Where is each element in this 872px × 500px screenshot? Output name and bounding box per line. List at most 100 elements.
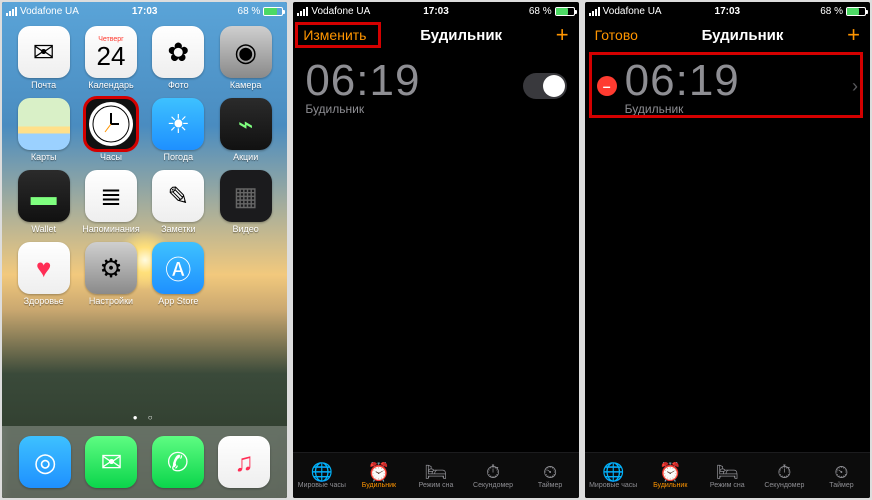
dock-music-icon[interactable]: ♫ (218, 436, 270, 488)
app-grid: ✉︎ Почта Четверг24 Календарь ✿ Фото ◉ Камера Кар… (2, 20, 287, 306)
app-icon-Wallet[interactable]: ▬ (18, 170, 70, 222)
tab-icon: 🌐 (602, 463, 624, 481)
phone-alarm-edit: Vodafone UA 17:03 68 % Готово Будильник … (585, 2, 870, 498)
app-label: Карты (31, 152, 57, 162)
add-alarm-button[interactable]: + (847, 24, 860, 46)
dock-safari-icon[interactable]: ◎ (19, 436, 71, 488)
dock-phone-icon[interactable]: ✆ (152, 436, 204, 488)
app-Акции[interactable]: ⌁ Акции (214, 98, 277, 162)
app-icon-Фото[interactable]: ✿ (152, 26, 204, 78)
tab-icon: 🛏 (425, 463, 448, 481)
tab-label: Режим сна (710, 482, 745, 489)
app-icon-Напоминания[interactable]: ≣ (85, 170, 137, 222)
alarm-row[interactable]: 06:19 Будильник (293, 50, 578, 126)
nav-title: Будильник (702, 27, 784, 44)
app-Погода[interactable]: ☀︎Погода (147, 98, 210, 162)
app-icon-Часы[interactable] (85, 98, 137, 150)
tab-Мировые часы[interactable]: 🌐Мировые часы (293, 453, 350, 498)
app-Напоминания[interactable]: ≣ Напоминания (79, 170, 142, 234)
tab-icon: 🛏 (716, 463, 739, 481)
tab-Таймер[interactable]: ⏲Таймер (813, 453, 870, 498)
app-icon-Камера[interactable]: ◉ (220, 26, 272, 78)
tab-icon: ⏰ (659, 463, 681, 481)
tab-icon: 🌐 (311, 463, 333, 481)
app-icon-Видео[interactable]: ▦ (220, 170, 272, 222)
tab-label: Режим сна (419, 482, 454, 489)
app-label: Календарь (88, 80, 133, 90)
status-time: 17:03 (293, 6, 578, 17)
app-label: Видео (233, 224, 259, 234)
app-label: Акции (233, 152, 258, 162)
app-Фото[interactable]: ✿ Фото (147, 26, 210, 90)
app-label: Заметки (161, 224, 195, 234)
status-bar: Vodafone UA 17:03 68 % (2, 2, 287, 20)
app-icon-Календарь[interactable]: Четверг24 (85, 26, 137, 78)
app-icon-Карты[interactable] (18, 98, 70, 150)
app-label: Фото (168, 80, 189, 90)
nav-bar: Готово Будильник + (585, 20, 870, 50)
phone-home: Vodafone UA 17:03 68 % ✉︎ Почта Четверг24 К… (2, 2, 287, 498)
status-bar: Vodafone UA 17:03 68 % (585, 2, 870, 20)
app-icon-Настройки[interactable]: ⚙︎ (85, 242, 137, 294)
tab-label: Таймер (538, 482, 562, 489)
app-Календарь[interactable]: Четверг24 Календарь (79, 26, 142, 90)
app-icon-Здоровье[interactable]: ♥︎ (18, 242, 70, 294)
page-dots[interactable]: ● ○ (2, 413, 287, 422)
app-icon-App Store[interactable]: Ⓐ (152, 242, 204, 294)
tab-icon: ⏱ (486, 463, 500, 481)
app-Камера[interactable]: ◉ Камера (214, 26, 277, 90)
app-Заметки[interactable]: ✎ Заметки (147, 170, 210, 234)
battery-icon (555, 7, 575, 16)
status-bar: Vodafone UA 17:03 68 % (293, 2, 578, 20)
tab-label: Будильник (653, 482, 687, 489)
app-Видео[interactable]: ▦ Видео (214, 170, 277, 234)
battery-icon (846, 7, 866, 16)
status-time: 17:03 (2, 6, 287, 17)
app-label: Часы (100, 152, 122, 162)
tab-icon: ⏰ (368, 463, 390, 481)
tab-label: Таймер (829, 482, 853, 489)
tab-Будильник[interactable]: ⏰Будильник (642, 453, 699, 498)
app-label: Напоминания (82, 224, 139, 234)
battery-icon (263, 7, 283, 16)
tab-label: Мировые часы (589, 482, 637, 489)
tab-Режим сна[interactable]: 🛏Режим сна (407, 453, 464, 498)
status-time: 17:03 (585, 6, 870, 17)
done-button[interactable]: Готово (595, 27, 638, 43)
tab-icon: ⏲ (834, 463, 848, 481)
phone-alarm-view: Vodafone UA 17:03 68 % Изменить Будильни… (293, 2, 578, 498)
app-Настройки[interactable]: ⚙︎Настройки (79, 242, 142, 306)
app-Почта[interactable]: ✉︎ Почта (12, 26, 75, 90)
app-Карты[interactable]: Карты (12, 98, 75, 162)
app-label: Здоровье (24, 296, 64, 306)
tab-Секундомер[interactable]: ⏱Секундомер (465, 453, 522, 498)
app-Wallet[interactable]: ▬Wallet (12, 170, 75, 234)
app-label: App Store (158, 296, 198, 306)
app-icon-Акции[interactable]: ⌁ (220, 98, 272, 150)
tab-icon: ⏲ (543, 463, 557, 481)
tab-label: Секундомер (764, 482, 804, 489)
tab-Режим сна[interactable]: 🛏Режим сна (699, 453, 756, 498)
tab-Мировые часы[interactable]: 🌐Мировые часы (585, 453, 642, 498)
app-icon-Погода[interactable]: ☀︎ (152, 98, 204, 150)
app-icon-Почта[interactable]: ✉︎ (18, 26, 70, 78)
dock: ◎ ✉︎ ✆ ♫ (2, 426, 287, 498)
add-alarm-button[interactable]: + (556, 24, 569, 46)
alarm-time: 06:19 (305, 56, 522, 106)
dock-messages-icon[interactable]: ✉︎ (85, 436, 137, 488)
tab-bar: 🌐Мировые часы⏰Будильник🛏Режим сна⏱Секунд… (293, 452, 578, 498)
app-App Store[interactable]: Ⓐ App Store (147, 242, 210, 306)
app-Здоровье[interactable]: ♥︎ Здоровье (12, 242, 75, 306)
highlight-row (589, 52, 863, 118)
tab-Таймер[interactable]: ⏲Таймер (522, 453, 579, 498)
tab-Будильник[interactable]: ⏰Будильник (350, 453, 407, 498)
alarm-toggle[interactable] (523, 73, 567, 99)
tab-Секундомер[interactable]: ⏱Секундомер (756, 453, 813, 498)
app-Часы[interactable]: Часы (79, 98, 142, 162)
app-icon-Заметки[interactable]: ✎ (152, 170, 204, 222)
tab-label: Мировые часы (298, 482, 346, 489)
tab-bar: 🌐Мировые часы⏰Будильник🛏Режим сна⏱Секунд… (585, 452, 870, 498)
app-label: Почта (31, 80, 56, 90)
app-label: Камера (230, 80, 261, 90)
tab-label: Будильник (362, 482, 396, 489)
